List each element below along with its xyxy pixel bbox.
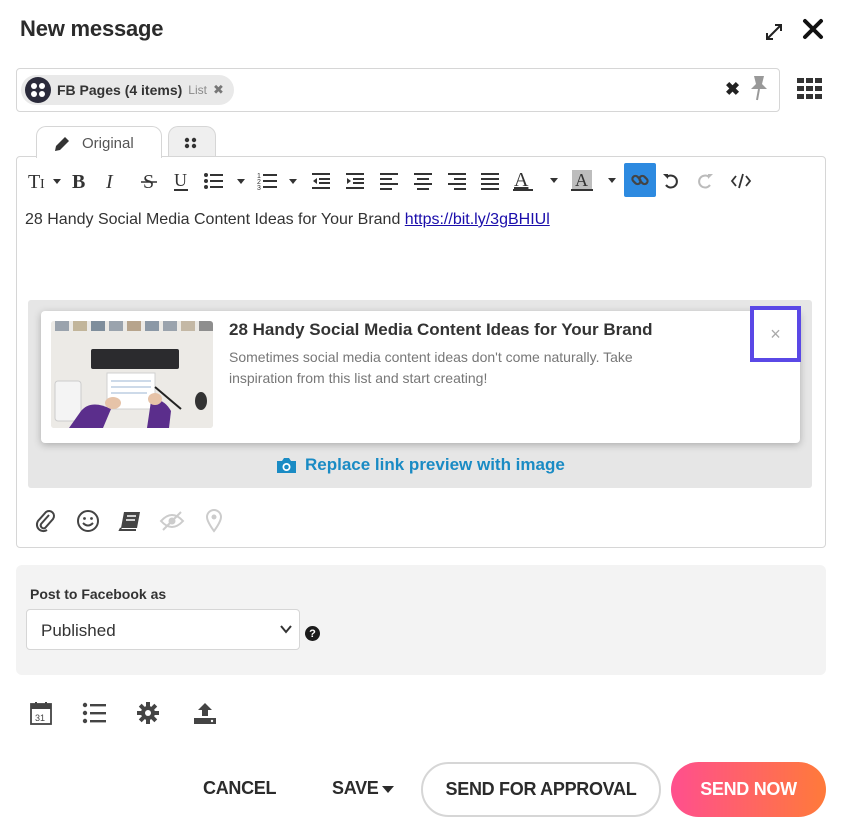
dialog-title: New message [20,16,164,41]
align-left-icon[interactable] [378,164,400,198]
post-as-label: Post to Facebook as [30,586,167,602]
upload-icon[interactable] [192,700,218,726]
svg-text:T: T [28,171,40,191]
task-list-icon[interactable] [81,700,107,726]
close-icon[interactable] [802,18,824,40]
hide-preview-icon[interactable] [159,508,185,534]
svg-text:3: 3 [257,185,261,191]
remove-link-preview-button[interactable]: × [750,306,801,362]
strikethrough-icon[interactable]: S [138,164,160,198]
highlight-color-icon[interactable]: A [570,164,620,198]
message-body[interactable]: 28 Handy Social Media Content Ideas for … [25,211,550,229]
post-as-value: Published [41,621,116,640]
indent-icon[interactable] [344,164,366,198]
svg-text:31: 31 [35,713,45,723]
chip-label: FB Pages (4 items) [57,82,183,98]
svg-text:A: A [514,170,529,191]
svg-text:S: S [143,171,154,191]
expand-icon[interactable] [764,22,784,42]
clear-recipients-button[interactable]: ✖ [725,79,740,100]
link-preview-description: Sometimes social media content ideas don… [229,349,633,386]
caret-down-icon [382,785,395,793]
camera-icon [277,457,296,473]
chevron-down-icon [280,625,292,634]
save-label: SAVE [332,778,379,798]
chip-remove-button[interactable]: ✖ [213,82,224,98]
settings-gear-icon[interactable] [135,700,161,726]
save-button[interactable]: SAVE [332,778,395,799]
message-link[interactable]: https://bit.ly/3gBHIUl [405,211,550,228]
networks-icon [184,137,197,149]
attachment-icon[interactable] [32,508,58,534]
calendar-icon[interactable]: 31 [28,700,54,726]
font-color-icon[interactable]: A [512,164,562,198]
replace-link-preview-button[interactable]: Replace link preview with image [276,455,565,475]
svg-text:A: A [575,170,588,190]
svg-text:I: I [105,171,114,191]
link-preview-thumbnail [51,321,213,428]
message-text: 28 Handy Social Media Content Ideas for … [25,211,405,228]
grid-icon[interactable] [797,78,823,100]
link-preview-title: 28 Handy Social Media Content Ideas for … [229,320,653,339]
undo-icon[interactable] [660,164,682,198]
svg-text:U: U [174,171,187,190]
tab-original-label: Original [82,135,134,152]
pencil-icon [55,137,69,151]
italic-icon[interactable]: I [100,164,122,198]
cancel-button[interactable]: CANCEL [203,778,277,799]
close-icon: × [770,323,781,344]
content-library-icon[interactable] [117,508,143,534]
outdent-icon[interactable] [310,164,332,198]
pin-icon[interactable] [748,74,770,102]
redo-icon[interactable] [694,164,716,198]
align-center-icon[interactable] [412,164,434,198]
align-right-icon[interactable] [446,164,468,198]
emoji-icon[interactable] [75,508,101,534]
recipient-field[interactable]: FB Pages (4 items) List ✖ ✖ [16,68,780,112]
bold-icon[interactable]: B [68,164,90,198]
list-icon [25,77,51,103]
location-icon[interactable] [201,508,227,534]
bullet-list-icon[interactable] [203,164,251,198]
send-now-button[interactable]: SEND NOW [671,762,826,817]
underline-icon[interactable]: U [170,164,192,198]
justify-icon[interactable] [479,164,501,198]
link-icon[interactable] [624,163,656,197]
recipient-chip[interactable]: FB Pages (4 items) List ✖ [21,75,234,105]
send-for-approval-button[interactable]: SEND FOR APPROVAL [421,762,661,817]
svg-text:I: I [40,177,45,191]
chip-sub-label: List [188,83,207,97]
svg-text:B: B [72,171,85,191]
tab-networks[interactable] [168,126,216,158]
new-message-dialog: New message FB Pages (4 items) List ✖ ✖ … [0,0,842,831]
post-as-select[interactable]: Published [26,609,300,650]
help-icon[interactable]: ? [305,626,320,641]
numbered-list-icon[interactable]: 123 [257,164,303,198]
code-view-icon[interactable] [728,164,754,198]
replace-link-preview-label: Replace link preview with image [305,455,565,474]
text-size-icon[interactable]: TI [26,164,64,198]
tab-original[interactable]: Original [36,126,162,158]
